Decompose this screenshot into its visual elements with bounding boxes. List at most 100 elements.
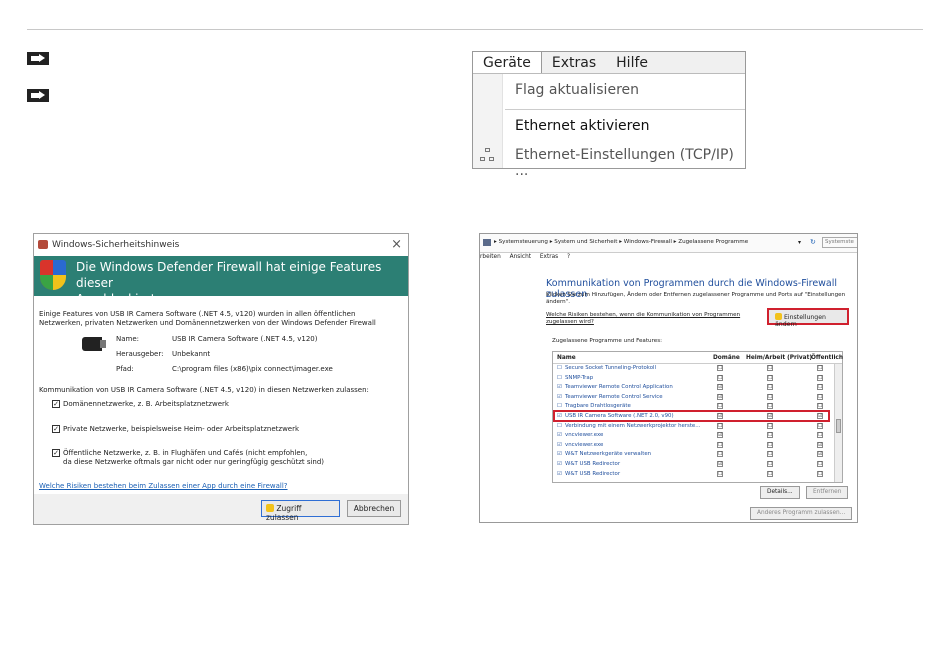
home-checkbox[interactable]: ☐ [767,365,773,371]
row-checkbox: ☑ [557,393,562,400]
home-checkbox[interactable]: ☐ [767,460,773,467]
home-checkbox[interactable]: ☐ [767,374,773,381]
public-checkbox[interactable]: ☑ [817,441,823,448]
list-scrollbar[interactable] [834,364,842,482]
list-item[interactable]: ☑ W&T USB Redirector ☐ ☐ ☐ [553,470,842,480]
list-item[interactable]: ☐ Verbindung mit einem Netzwerkprojektor … [553,422,842,432]
public-checkbox[interactable]: ☐ [817,432,823,439]
menu-item-ethernet-aktivieren[interactable]: Ethernet aktivieren [515,118,650,134]
home-checkbox[interactable]: ☐ [767,393,773,400]
dialog-footer: Zugriff zulassen Abbrechen [34,494,408,524]
public-checkbox[interactable]: ☐ [817,460,823,467]
home-checkbox[interactable]: ☐ [767,441,773,448]
control-panel-icon [483,239,491,246]
dialog-title: Windows-Sicherheitshinweis [52,240,180,250]
list-item[interactable]: ☑ W&T USB Redirector ☑ ☐ ☐ [553,460,842,470]
public-checkbox[interactable]: ☐ [817,403,823,410]
domain-checkbox[interactable]: ☑ [717,460,723,467]
domain-checkbox[interactable]: ☑ [717,432,723,439]
home-checkbox[interactable]: ☐ [767,403,773,410]
program-name: Secure Socket Tunneling-Protokoll [565,365,657,371]
home-checkbox[interactable]: ☐ [767,470,773,477]
menu-extras[interactable]: Extras [540,254,558,260]
add-program-button[interactable]: Anderes Programm zulassen... [750,507,853,520]
cancel-button[interactable]: Abbrechen [347,500,401,517]
private-checkbox[interactable]: ✓ [52,425,60,433]
menu-geraete[interactable]: Geräte [473,52,542,73]
column-home[interactable]: Heim/Arbeit (Privat) [746,355,812,361]
program-name: vncviewer.exe [565,432,604,439]
column-name[interactable]: Name [557,355,576,361]
shield-icon [266,504,274,512]
domain-checkbox[interactable]: ☐ [717,451,723,458]
public-checkbox[interactable]: ☑ [817,451,823,458]
menu-item-ethernet-einstellungen[interactable]: Ethernet-Einstellungen (TCP/IP) ... [515,147,745,179]
remove-button[interactable]: Entfernen [806,486,849,499]
window-menu-bar: rbeiten Ansicht Extras ? [480,253,857,263]
list-item[interactable]: ☑ Teamviewer Remote Control Application ☑ ☐… [553,383,842,393]
menu-item-flag-aktualisieren[interactable]: Flag aktualisieren [515,82,639,98]
network-icon [480,148,496,163]
menu-bearbeiten[interactable]: rbeiten [480,254,501,260]
refresh-icon[interactable]: ↻ [810,238,816,246]
change-settings-button[interactable]: Einstellungen ändern [767,308,849,328]
domain-checkbox[interactable]: ☐ [717,422,723,429]
risk-link-line: Welche Risiken bestehen, wenn die Kommun… [546,312,741,318]
security-alert-dialog: Windows-Sicherheitshinweis × Die Windows… [33,233,409,525]
domain-checkbox[interactable]: ☑ [717,384,723,391]
program-name: Tragbare Drahtlosgeräte [565,403,631,410]
list-item[interactable]: ☑ vncviewer.exe ☑ ☐ ☐ [553,431,842,441]
domain-checkbox[interactable]: ☐ [717,365,723,371]
public-checkbox[interactable]: ☐ [817,384,823,391]
domain-checkbox[interactable]: ✓ [52,400,60,408]
column-domain[interactable]: Domäne [713,355,740,361]
program-name: vncviewer.exe [565,441,604,448]
risk-link[interactable]: Welche Risiken bestehen, wenn die Kommun… [546,312,740,326]
domain-checkbox[interactable]: ☐ [717,374,723,381]
intro-line: Netzwerken, privaten Netzwerken und Domä… [39,319,376,327]
list-item[interactable]: ☑ W&T Netzwerkgeräte verwalten ☐ ☐ ☑ [553,450,842,460]
public-checkbox[interactable]: ☐ [817,365,823,371]
publisher-label: Herausgeber: [116,350,164,358]
name-label: Name: [116,335,140,343]
column-public[interactable]: Öffentlich [811,355,843,361]
menu-hilfe[interactable]: Hilfe [606,52,658,73]
risk-link[interactable]: Welche Risiken bestehen beim Zulassen ei… [39,482,288,491]
list-item[interactable]: ☑ vncviewer.exe ☐ ☐ ☑ [553,441,842,451]
domain-checkbox[interactable]: ☐ [717,470,723,477]
dialog-heading: Die Windows Defender Firewall hat einige… [76,259,396,307]
menu-extras[interactable]: Extras [542,52,606,73]
list-item[interactable]: ☑ Teamviewer Remote Control Service ☑ ☐ ☐ [553,393,842,403]
allow-text: Kommunikation von USB IR Camera Software… [39,386,369,394]
domain-checkbox[interactable]: ☑ [717,393,723,400]
public-checkbox[interactable]: ☐ [817,393,823,400]
home-checkbox[interactable]: ☐ [767,422,773,429]
program-name: W&T USB Redirector [565,460,621,467]
chevron-down-icon[interactable]: ▾ [798,239,801,246]
close-icon[interactable]: × [391,237,402,252]
public-checkbox[interactable]: ☐ [817,374,823,381]
heading-line: App blockiert. [76,292,160,306]
breadcrumb[interactable]: ▸ Systemsteuerung ▸ System und Sicherhei… [494,239,748,245]
domain-checkbox[interactable]: ☐ [717,441,723,448]
home-checkbox[interactable]: ☐ [767,432,773,439]
public-checkbox[interactable]: ☐ [817,422,823,429]
public-checkbox[interactable]: ✓ [52,449,60,457]
row-checkbox: ☑ [557,432,562,439]
address-bar: ▸ Systemsteuerung ▸ System und Sicherhei… [480,234,857,253]
search-input[interactable]: Systemste [822,237,857,248]
menu-ansicht[interactable]: Ansicht [510,254,531,260]
details-button[interactable]: Details... [760,486,800,499]
scrollbar-thumb[interactable] [836,419,841,433]
list-item[interactable]: ☐ Secure Socket Tunneling-Protokoll ☐ ☐ ☐ [553,364,842,374]
list-item[interactable]: ☐ SNMP-Trap ☐ ☐ ☐ [553,374,842,384]
home-checkbox[interactable]: ☐ [767,451,773,458]
home-checkbox[interactable]: ☐ [767,384,773,391]
list-header: Name Domäne Heim/Arbeit (Privat) Öffentl… [553,352,843,364]
public-checkbox[interactable]: ☐ [817,470,823,477]
row-checkbox: ☑ [557,384,562,391]
domain-checkbox[interactable]: ☐ [717,403,723,410]
allow-access-button[interactable]: Zugriff zulassen [261,500,340,522]
arrow-bullet-icon [27,52,49,65]
menu-help[interactable]: ? [567,254,570,260]
